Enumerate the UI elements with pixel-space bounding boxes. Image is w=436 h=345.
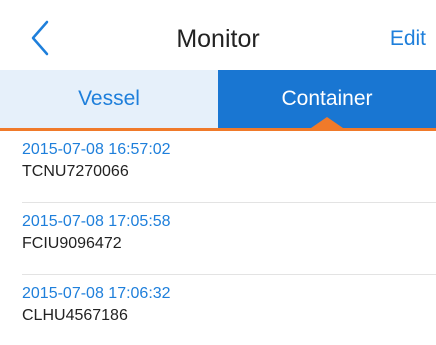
tab-bar: Vessel Container xyxy=(0,70,436,128)
page-title: Monitor xyxy=(176,25,260,53)
list-item[interactable]: 2015-07-08 16:57:02 TCNU7270066 xyxy=(0,131,436,203)
monitor-screen: Monitor Edit Vessel Container 2015-07-08… xyxy=(0,0,436,345)
list-item[interactable]: 2015-07-08 17:05:58 FCIU9096472 xyxy=(0,203,436,275)
item-timestamp: 2015-07-08 16:57:02 xyxy=(22,141,171,158)
edit-button[interactable]: Edit xyxy=(390,26,426,52)
tab-container-label: Container xyxy=(281,87,373,110)
item-timestamp: 2015-07-08 17:05:58 xyxy=(22,213,171,230)
tab-vessel[interactable]: Vessel xyxy=(0,70,218,128)
item-timestamp: 2015-07-08 17:06:32 xyxy=(22,285,171,302)
item-container-number: CLHU4567186 xyxy=(22,307,128,324)
active-tab-indicator xyxy=(311,117,343,128)
list-item[interactable]: 2015-07-08 17:06:32 CLHU4567186 xyxy=(0,275,436,345)
header-bar: Monitor Edit xyxy=(0,0,436,70)
container-list: 2015-07-08 16:57:02 TCNU7270066 2015-07-… xyxy=(0,131,436,345)
tab-container[interactable]: Container xyxy=(218,70,436,128)
item-container-number: TCNU7270066 xyxy=(22,163,129,180)
item-container-number: FCIU9096472 xyxy=(22,235,122,252)
